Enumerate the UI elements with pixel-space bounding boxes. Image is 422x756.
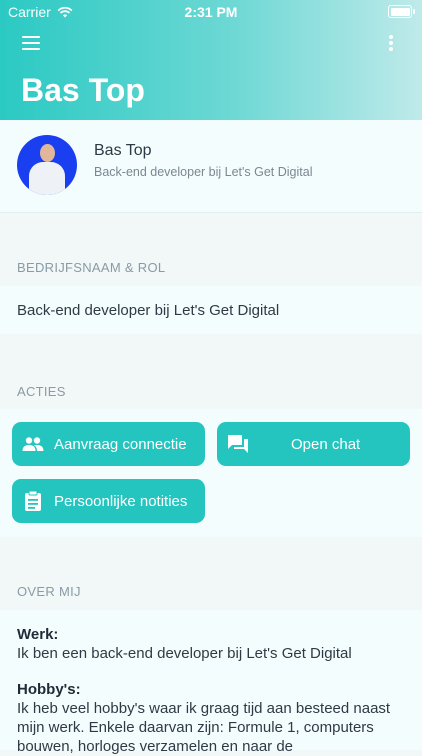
work-heading: Werk: — [17, 626, 59, 643]
work-text: Ik ben een back-end developer bij Let's … — [17, 645, 352, 662]
open-chat-label: Open chat — [291, 435, 361, 453]
personal-notes-button[interactable]: Persoonlijke notities — [12, 479, 205, 523]
page-title: Bas Top — [21, 72, 145, 108]
battery-icon — [388, 5, 415, 18]
request-connection-button[interactable]: Aanvraag connectie — [12, 422, 205, 466]
hobby-text: Ik heb veel hobby's waar ik graag tijd a… — [17, 700, 391, 755]
open-chat-button[interactable]: Open chat — [217, 422, 410, 466]
chat-icon — [227, 433, 249, 455]
status-time: 2:31 PM — [184, 4, 238, 20]
profile-name: Bas Top — [94, 142, 152, 159]
about-section-label: OVER MIJ — [17, 584, 81, 599]
status-bar: Carrier 2:31 PM — [0, 0, 422, 24]
people-icon — [22, 433, 44, 455]
request-connection-label: Aanvraag connectie — [54, 435, 187, 453]
company-section-label: BEDRIJFSNAAM & ROL — [17, 260, 166, 275]
menu-icon[interactable] — [22, 36, 40, 50]
hobby-heading: Hobby's: — [17, 681, 81, 698]
personal-notes-label: Persoonlijke notities — [54, 492, 188, 510]
actions-section-label: ACTIES — [17, 384, 66, 399]
profile-subtitle: Back-end developer bij Let's Get Digital — [94, 165, 313, 179]
avatar — [17, 135, 77, 195]
company-role-value: Back-end developer bij Let's Get Digital — [17, 302, 280, 319]
clipboard-icon — [22, 490, 44, 512]
more-vertical-icon[interactable] — [388, 35, 394, 51]
